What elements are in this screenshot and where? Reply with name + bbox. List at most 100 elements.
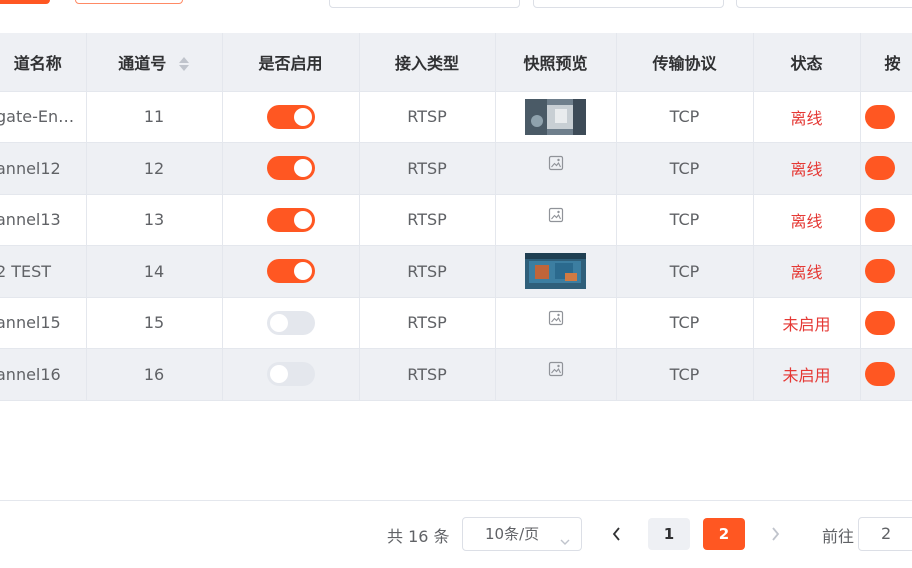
filter-input-1[interactable] xyxy=(329,0,520,8)
cell-channel-name: annel12 xyxy=(0,142,87,195)
chevron-left-icon xyxy=(612,527,620,541)
cell-channel-name: annel15 xyxy=(0,297,87,349)
cell-protocol: TCP xyxy=(616,194,754,246)
row-action-button[interactable] xyxy=(864,310,895,335)
enabled-toggle[interactable] xyxy=(266,207,315,232)
cell-snapshot xyxy=(495,142,617,195)
cell-channel-name: 2 TEST xyxy=(0,245,87,298)
cell-channel-number: 11 xyxy=(86,91,223,143)
status-badge: 未启用 xyxy=(782,366,831,386)
image-placeholder-icon xyxy=(548,153,564,172)
page-button-1[interactable]: 1 xyxy=(648,518,690,550)
status-badge: 未启用 xyxy=(782,314,831,334)
col-header-status: 状态 xyxy=(753,33,861,92)
cell-status: 离线 xyxy=(753,245,861,298)
toolbar-secondary-button[interactable] xyxy=(75,0,183,4)
cell-snapshot xyxy=(495,297,617,349)
cell-status: 离线 xyxy=(753,142,861,195)
row-action-button[interactable] xyxy=(864,104,895,129)
cell-snapshot xyxy=(495,348,617,401)
cell-protocol: TCP xyxy=(616,348,754,401)
cell-status: 未启用 xyxy=(753,348,861,401)
cell-protocol: TCP xyxy=(616,297,754,349)
cell-access-type: RTSP xyxy=(359,245,496,298)
cell-enabled xyxy=(222,91,360,143)
chevron-down-icon xyxy=(559,527,571,559)
cell-channel-number: 15 xyxy=(86,297,223,349)
cell-access-type: RTSP xyxy=(359,297,496,349)
status-badge: 离线 xyxy=(790,211,823,231)
cell-op xyxy=(860,348,912,401)
cell-snapshot xyxy=(495,245,617,298)
goto-page-input[interactable]: 2 xyxy=(858,517,912,551)
enabled-toggle[interactable] xyxy=(266,310,315,335)
footer-divider xyxy=(0,500,912,501)
next-page-button[interactable] xyxy=(765,522,785,546)
enabled-toggle[interactable] xyxy=(266,259,315,284)
cell-snapshot xyxy=(495,194,617,246)
row-action-button[interactable] xyxy=(864,362,895,387)
cell-channel-name: annel16 xyxy=(0,348,87,401)
row-action-button[interactable] xyxy=(864,259,895,284)
goto-label: 前往 xyxy=(822,527,855,546)
enabled-toggle[interactable] xyxy=(266,362,315,387)
enabled-toggle[interactable] xyxy=(266,104,315,129)
cell-protocol: TCP xyxy=(616,245,754,298)
toolbar-primary-button[interactable] xyxy=(0,0,50,4)
col-header-name[interactable]: 道名称 xyxy=(0,33,87,92)
channel-table: 道名称 通道号 是否启用 接入类型 快照预览 传输协议 状态 按 gate-En… xyxy=(0,33,912,401)
enabled-toggle[interactable] xyxy=(266,156,315,181)
table-row: annel16 16 RTSP TCP 未启用 xyxy=(0,348,912,401)
cell-access-type: RTSP xyxy=(359,91,496,143)
cell-channel-number: 13 xyxy=(86,194,223,246)
cell-protocol: TCP xyxy=(616,142,754,195)
col-header-op: 按 xyxy=(860,33,912,92)
cell-access-type: RTSP xyxy=(359,194,496,246)
cell-op xyxy=(860,245,912,298)
cell-channel-name: annel13 xyxy=(0,194,87,246)
filter-input-3[interactable] xyxy=(736,0,912,8)
status-badge: 离线 xyxy=(790,108,823,128)
status-badge: 离线 xyxy=(790,263,823,283)
table-row: annel13 13 RTSP TCP 离线 xyxy=(0,194,912,246)
row-action-button[interactable] xyxy=(864,156,895,181)
cell-enabled xyxy=(222,194,360,246)
cell-enabled xyxy=(222,245,360,298)
sort-caret-icon[interactable] xyxy=(178,56,190,72)
col-header-enabled: 是否启用 xyxy=(222,33,360,92)
status-badge: 离线 xyxy=(790,160,823,180)
table-row: gate-En… 11 RTSP TCP 离线 xyxy=(0,91,912,143)
cell-op xyxy=(860,297,912,349)
row-action-button[interactable] xyxy=(864,207,895,232)
page-button-2[interactable]: 2 xyxy=(703,518,745,550)
table-header-row: 道名称 通道号 是否启用 接入类型 快照预览 传输协议 状态 按 xyxy=(0,33,912,92)
cell-status: 离线 xyxy=(753,194,861,246)
snapshot-thumbnail[interactable] xyxy=(525,98,586,135)
cell-status: 离线 xyxy=(753,91,861,143)
snapshot-thumbnail[interactable] xyxy=(525,253,586,290)
cell-snapshot xyxy=(495,91,617,143)
chevron-right-icon xyxy=(772,527,780,541)
cell-channel-number: 12 xyxy=(86,142,223,195)
page-size-select[interactable]: 10条/页 xyxy=(462,517,582,551)
cell-op xyxy=(860,194,912,246)
cell-op xyxy=(860,91,912,143)
cell-protocol: TCP xyxy=(616,91,754,143)
cell-op xyxy=(860,142,912,195)
table-row: 2 TEST 14 RTSP TCP 离线 xyxy=(0,245,912,298)
image-placeholder-icon xyxy=(548,359,564,378)
filter-input-2[interactable] xyxy=(533,0,724,8)
col-header-access-type: 接入类型 xyxy=(359,33,496,92)
table-row: annel12 12 RTSP TCP 离线 xyxy=(0,142,912,195)
image-placeholder-icon xyxy=(548,307,564,326)
cell-enabled xyxy=(222,348,360,401)
cell-channel-name: gate-En… xyxy=(0,91,87,143)
pagination-total: 共 16 条 xyxy=(387,527,450,546)
table-row: annel15 15 RTSP TCP 未启用 xyxy=(0,297,912,349)
cell-enabled xyxy=(222,142,360,195)
prev-page-button[interactable] xyxy=(607,522,627,546)
cell-access-type: RTSP xyxy=(359,348,496,401)
cell-status: 未启用 xyxy=(753,297,861,349)
col-header-number[interactable]: 通道号 xyxy=(86,33,223,92)
image-placeholder-icon xyxy=(548,204,564,223)
